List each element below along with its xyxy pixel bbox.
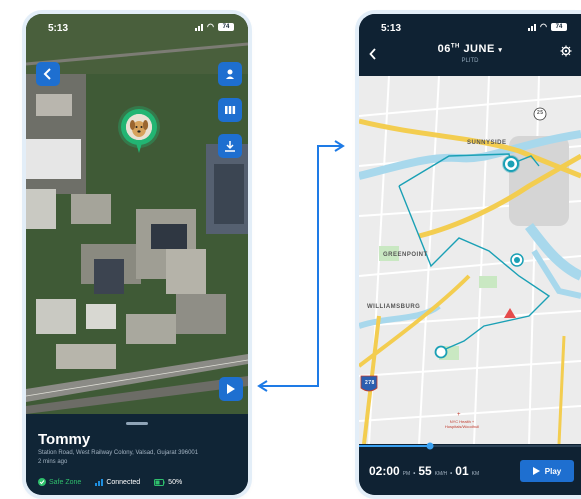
battery-icon: 74 [218,22,234,31]
wifi-icon: ◠ [540,22,547,31]
flow-connector [257,140,345,392]
safe-zone-label: Safe Zone [49,478,82,486]
battery-icon: 74 [551,22,567,31]
back-button[interactable] [36,62,60,86]
date-subtitle: PLITD [461,58,479,64]
status-icons: ◠ 74 [195,22,234,31]
play-label: Play [544,466,562,476]
status-time: 5:13 [48,23,69,34]
device-battery-status: 50% [154,478,183,486]
date-month: JUNE [463,43,495,55]
wifi-icon: ◠ [207,22,214,31]
gear-icon [560,45,572,57]
download-location-icon [225,141,235,152]
signal-bars-icon [95,478,104,486]
chevron-left-icon [43,68,51,80]
signal-icon [195,23,204,31]
pet-name: Tommy [38,431,91,448]
check-circle-icon [38,478,46,486]
date-day: 06 [437,43,451,55]
playback-distance: 01 [455,464,469,478]
map-layers-button[interactable] [218,98,242,122]
playback-speed: 55 [418,464,432,478]
signal-icon [528,23,537,31]
play-history-button[interactable] [219,377,243,401]
device-battery-label: 50% [168,478,183,486]
interstate-shield: 278 [365,380,375,386]
play-icon [227,384,235,394]
chevron-down-icon: ▾ [498,47,503,54]
history-header: 5:13 ◠ 74 06TH JUNE ▾ PLITD [359,14,581,76]
battery-half-icon [154,478,165,486]
last-updated: 2 mins ago [38,459,68,465]
left-phone-screen: 5:13 ◠ 74 Tommy Station Road, West Railw… [26,14,248,495]
settings-button[interactable] [560,44,572,62]
map-label-sunnyside: SUNNYSIDE [467,140,507,146]
distance-unit: KM [471,471,480,477]
pet-avatar [126,114,152,140]
separator-dot: • [450,471,453,477]
playback-readout: 02:00 PM • 55 KM/H • 01 KM [369,464,479,478]
status-icons: ◠ 74 [528,22,567,31]
connection-status: Connected [95,478,140,486]
status-bar: 5:13 ◠ 74 [359,14,581,44]
map-label-hospital: NYC Health + Hospitals/Woodhull [444,419,480,429]
right-phone-screen: 5:13 ◠ 74 06TH JUNE ▾ PLITD SUNNYSIDE GR… [359,14,581,495]
status-row: Safe Zone Connected 50% [38,478,240,486]
pin-tail [136,143,142,153]
playback-meridiem: PM [402,471,411,477]
route-shield-25: 25 [537,110,544,116]
date-suffix: TH [450,43,460,50]
columns-icon [225,106,236,114]
playback-timeline[interactable] [359,442,581,450]
map-label-greenpoint: GREENPOINT [383,252,428,258]
play-icon [532,467,540,475]
play-button[interactable]: Play [520,460,574,482]
locate-pet-button[interactable] [218,62,242,86]
pet-address: Station Road, West Railway Colony, Valsa… [38,450,199,456]
status-bar: 5:13 ◠ 74 [26,14,248,44]
route-map[interactable] [359,76,581,444]
person-pin-icon [226,69,234,79]
drag-handle[interactable] [126,422,148,425]
playback-time: 02:00 [369,464,400,478]
playback-controls: 02:00 PM • 55 KM/H • 01 KM Play [359,450,581,495]
dog-icon [126,114,152,140]
recenter-button[interactable] [218,134,242,158]
date-selector[interactable]: 06TH JUNE ▾ [359,43,581,55]
pet-location-pin[interactable] [121,109,157,153]
separator-dot: • [413,471,416,477]
map-label-williamsburg: WILLIAMSBURG [367,304,421,310]
hospital-icon: + [457,412,461,418]
speed-unit: KM/H [434,471,448,477]
pet-info-panel[interactable]: Tommy Station Road, West Railway Colony,… [26,414,248,495]
safe-zone-status: Safe Zone [38,478,81,486]
status-time: 5:13 [381,23,402,34]
connection-label: Connected [106,478,141,486]
